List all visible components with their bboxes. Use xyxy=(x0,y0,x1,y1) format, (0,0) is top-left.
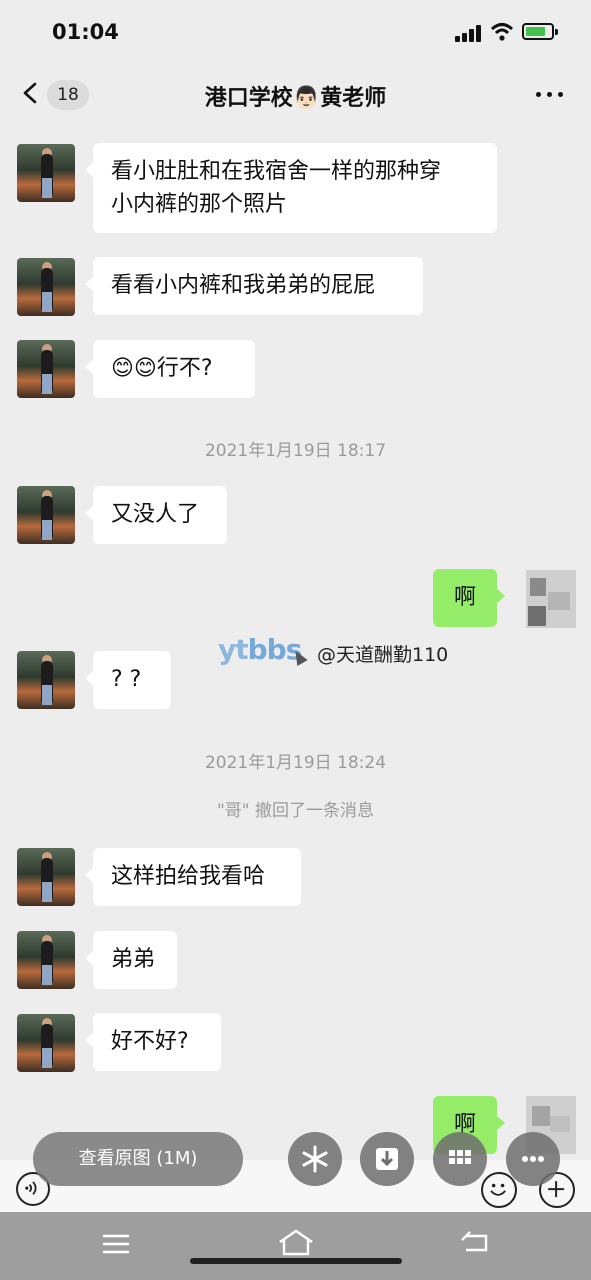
contact-avatar[interactable] xyxy=(17,931,75,989)
watermark-handle: @天道酬勤110 xyxy=(317,644,449,666)
contact-avatar[interactable] xyxy=(17,651,75,709)
share-icon[interactable] xyxy=(288,1132,342,1186)
more-options-icon[interactable] xyxy=(536,92,566,98)
contact-avatar[interactable] xyxy=(17,340,75,398)
message-text: 弟弟 xyxy=(111,947,156,972)
battery-icon xyxy=(522,23,558,40)
message-text: 这样拍给我看哈 xyxy=(111,864,266,889)
status-time: 01:04 xyxy=(52,20,119,44)
contact-avatar[interactable] xyxy=(17,258,75,316)
message-text-line: 看小肚肚和在我宿舍一样的那种穿 xyxy=(111,159,442,184)
message-bubble[interactable]: 这样拍给我看哈 xyxy=(85,848,301,906)
message-bubble[interactable]: 好不好? xyxy=(85,1013,221,1071)
my-message-bubble[interactable]: 啊 xyxy=(433,569,505,627)
timestamp: 2021年1月19日 18:17 xyxy=(204,441,387,461)
status-bar: 01:04 xyxy=(0,0,591,62)
chat-title: 港口学校👨🏻黄老师 xyxy=(204,86,387,111)
message-bubble[interactable]: 看小肚肚和在我宿舍一样的那种穿 小内裤的那个照片 xyxy=(85,143,497,233)
contact-avatar[interactable] xyxy=(17,1014,75,1072)
my-avatar[interactable] xyxy=(526,570,576,628)
contact-avatar[interactable] xyxy=(17,486,75,544)
message-text: 又没人了 xyxy=(111,502,200,527)
signal-icon xyxy=(455,24,485,42)
download-icon[interactable] xyxy=(360,1132,414,1186)
message-bubble[interactable]: 又没人了 xyxy=(85,486,227,544)
home-icon[interactable] xyxy=(276,1228,316,1258)
grid-icon[interactable] xyxy=(433,1132,487,1186)
watermark-logo: ytbbs xyxy=(218,633,302,666)
home-indicator xyxy=(190,1258,402,1264)
contact-avatar[interactable] xyxy=(17,848,75,906)
message-bubble[interactable]: ? ? xyxy=(85,651,171,709)
message-text-line: 小内裤的那个照片 xyxy=(111,192,288,217)
message-text: 啊 xyxy=(453,585,476,610)
contact-avatar[interactable] xyxy=(17,144,75,202)
recall-notice: "哥" 撤回了一条消息 xyxy=(216,801,375,821)
message-text: 看看小内裤和我弟弟的屁屁 xyxy=(111,273,376,298)
message-text: ? ? xyxy=(111,667,142,692)
return-icon[interactable] xyxy=(460,1230,492,1256)
menu-icon[interactable] xyxy=(100,1232,132,1256)
wifi-icon xyxy=(490,23,514,41)
message-bubble[interactable]: 😊😊行不? xyxy=(85,340,255,398)
message-text: 好不好? xyxy=(111,1029,189,1054)
message-text: 😊😊行不? xyxy=(111,356,213,381)
view-original-button[interactable]: 查看原图 (1M) xyxy=(33,1132,243,1186)
message-bubble[interactable]: 看看小内裤和我弟弟的屁屁 xyxy=(85,257,423,315)
emoji-icon[interactable] xyxy=(481,1172,517,1208)
more-icon[interactable] xyxy=(506,1132,560,1186)
message-bubble[interactable]: 弟弟 xyxy=(85,931,177,989)
timestamp: 2021年1月19日 18:24 xyxy=(204,753,387,773)
